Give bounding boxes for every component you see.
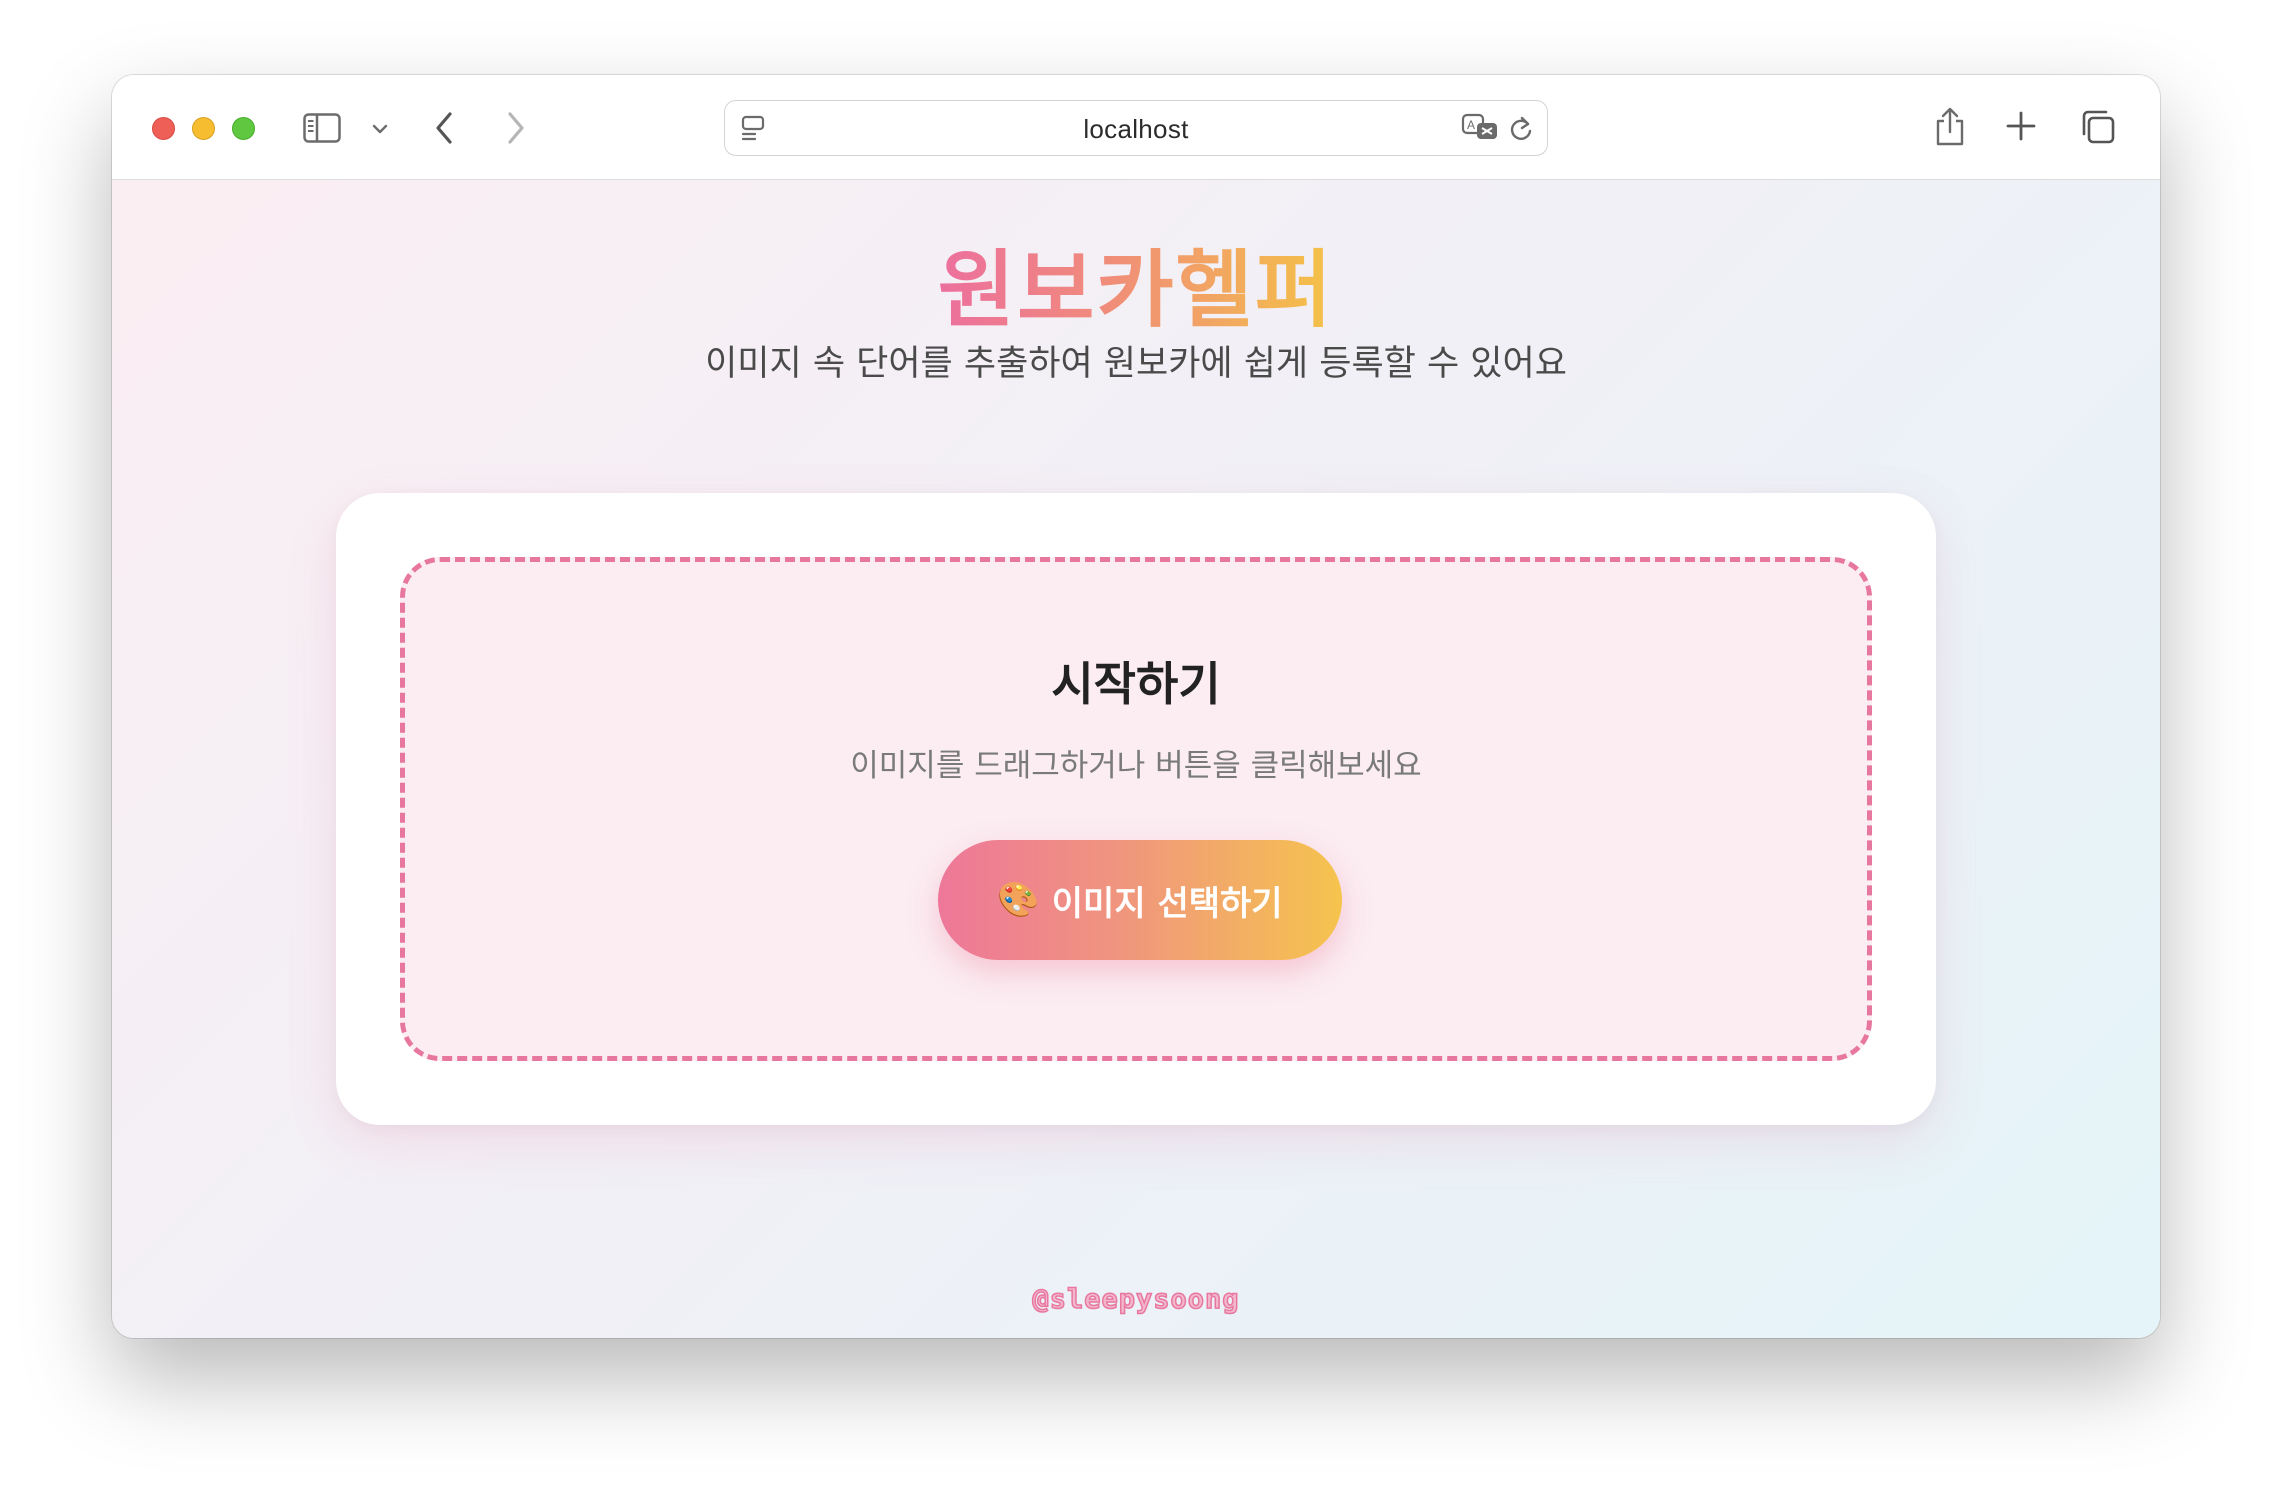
palette-icon: 🎨: [997, 880, 1040, 920]
reload-icon[interactable]: [1507, 114, 1535, 144]
share-icon[interactable]: [1932, 105, 1968, 149]
minimize-window-button[interactable]: [192, 117, 215, 140]
sidebar-toggle-icon[interactable]: [302, 111, 342, 145]
zoom-window-button[interactable]: [232, 117, 255, 140]
close-window-button[interactable]: [152, 117, 175, 140]
address-bar[interactable]: localhost A: [724, 100, 1548, 156]
image-dropzone[interactable]: 시작하기 이미지를 드래그하거나 버튼을 클릭해보세요 🎨 이미지 선택하기: [400, 557, 1872, 1061]
dropzone-description: 이미지를 드래그하거나 버튼을 클릭해보세요: [850, 748, 1422, 784]
select-image-button-label: 이미지 선택하기: [1051, 883, 1283, 924]
footer-handle[interactable]: @sleepysoong: [112, 1283, 2160, 1316]
select-image-button[interactable]: 🎨 이미지 선택하기: [938, 840, 1342, 960]
translate-icon[interactable]: A: [1460, 112, 1500, 144]
new-tab-plus-icon[interactable]: [2004, 109, 2038, 143]
forward-arrow-icon[interactable]: [502, 109, 530, 147]
tab-overview-icon[interactable]: [2078, 107, 2118, 147]
page-content: 원보카헬퍼 이미지 속 단어를 추출하여 원보카에 쉽게 등록할 수 있어요 시…: [112, 180, 2160, 1338]
dropzone-heading: 시작하기: [1051, 657, 1221, 711]
chevron-down-icon[interactable]: [370, 119, 390, 139]
app-title: 원보카헬퍼: [112, 240, 2160, 340]
svg-text:A: A: [1467, 118, 1475, 132]
app-subtitle: 이미지 속 단어를 추출하여 원보카에 쉽게 등록할 수 있어요: [705, 344, 1567, 384]
url-text[interactable]: localhost: [725, 114, 1547, 145]
browser-toolbar: localhost A: [112, 75, 2160, 180]
upload-card: 시작하기 이미지를 드래그하거나 버튼을 클릭해보세요 🎨 이미지 선택하기: [336, 493, 1936, 1125]
app-title-text: 원보카헬퍼: [937, 241, 1335, 339]
back-arrow-icon[interactable]: [430, 109, 458, 147]
browser-window: localhost A 원보카헬퍼 이미지 속 단어를 추출하여 원보카에 쉽게…: [112, 75, 2160, 1338]
